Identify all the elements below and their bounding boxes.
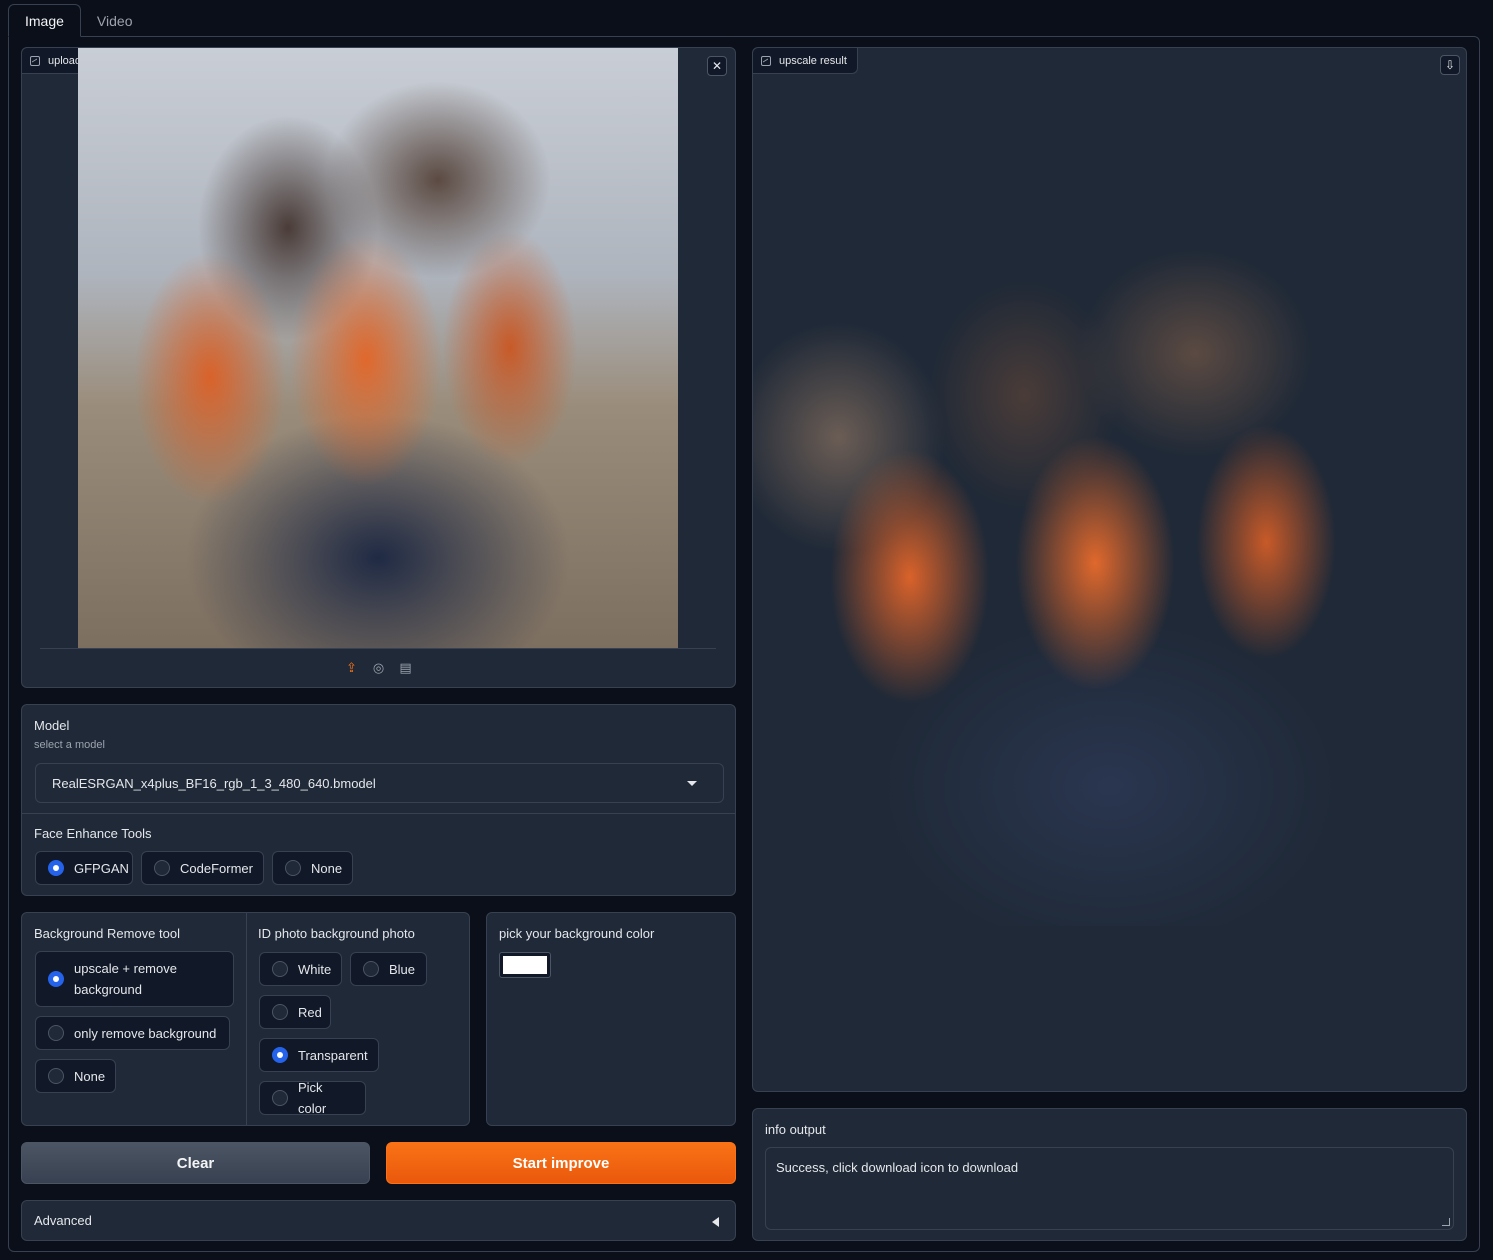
info-output-label: info output bbox=[765, 1122, 826, 1137]
face-radio-codeformer[interactable]: CodeFormer bbox=[141, 851, 264, 885]
bg-radio-only-remove[interactable]: only remove background bbox=[35, 1016, 230, 1050]
face-radio-gfpgan[interactable]: GFPGAN bbox=[35, 851, 133, 885]
color-picker-block: pick your background color bbox=[486, 912, 736, 1126]
radio-dot bbox=[272, 1047, 288, 1063]
advanced-accordion[interactable]: Advanced bbox=[21, 1200, 736, 1241]
start-improve-button[interactable]: Start improve bbox=[386, 1142, 736, 1184]
chevron-down-icon bbox=[687, 781, 697, 786]
bg-remove-label: Background Remove tool bbox=[34, 926, 180, 941]
radio-dot bbox=[272, 961, 288, 977]
close-icon[interactable]: ✕ bbox=[707, 56, 727, 76]
webcam-icon[interactable]: ◎ bbox=[371, 660, 386, 675]
tab-video[interactable]: Video bbox=[81, 4, 149, 37]
radio-dot bbox=[48, 1068, 64, 1084]
advanced-label: Advanced bbox=[34, 1213, 92, 1228]
info-output-block: info output Success, click download icon… bbox=[752, 1108, 1467, 1241]
id-radio-white[interactable]: White bbox=[259, 952, 342, 986]
upload-icon[interactable]: ⇪ bbox=[344, 660, 359, 675]
input-image-block[interactable]: upload a image to upscale resolution ✕ ⇪… bbox=[21, 47, 736, 688]
image-icon bbox=[30, 55, 40, 66]
input-photo bbox=[78, 48, 678, 648]
background-settings-block: Background Remove tool upscale + remove … bbox=[21, 912, 470, 1126]
radio-dot bbox=[272, 1004, 288, 1020]
model-dropdown-value: RealESRGAN_x4plus_BF16_rgb_1_3_480_640.b… bbox=[52, 775, 376, 791]
info-output-value: Success, click download icon to download bbox=[776, 1160, 1019, 1175]
output-image-label-text: upscale result bbox=[779, 54, 847, 67]
output-image-block: upscale result ⇩ bbox=[752, 47, 1467, 1092]
info-output-textarea[interactable]: Success, click download icon to download bbox=[765, 1147, 1454, 1230]
bg-radio-none[interactable]: None bbox=[35, 1059, 116, 1093]
chevron-left-icon bbox=[712, 1217, 719, 1227]
bg-column-divider bbox=[246, 913, 247, 1125]
radio-dot bbox=[363, 961, 379, 977]
clipboard-icon[interactable]: ▤ bbox=[398, 660, 413, 675]
source-selector: ⇪ ◎ ▤ bbox=[344, 660, 413, 675]
id-radio-pick-color[interactable]: Pick color bbox=[259, 1080, 366, 1116]
color-swatch[interactable] bbox=[499, 952, 551, 978]
radio-dot bbox=[48, 860, 64, 876]
tab-image[interactable]: Image bbox=[8, 4, 81, 37]
model-sublabel: select a model bbox=[34, 739, 105, 751]
download-icon[interactable]: ⇩ bbox=[1440, 55, 1460, 75]
id-photo-label: ID photo background photo bbox=[258, 926, 415, 941]
id-radio-transparent[interactable]: Transparent bbox=[259, 1038, 379, 1072]
radio-dot bbox=[48, 971, 64, 987]
radio-dot bbox=[48, 1025, 64, 1041]
model-divider bbox=[22, 813, 735, 814]
radio-dot bbox=[154, 860, 170, 876]
id-radio-blue[interactable]: Blue bbox=[350, 952, 427, 986]
face-enhance-label: Face Enhance Tools bbox=[34, 826, 152, 841]
source-divider bbox=[40, 648, 716, 649]
image-icon bbox=[761, 55, 771, 66]
radio-dot bbox=[285, 860, 301, 876]
model-settings-block: Model select a model RealESRGAN_x4plus_B… bbox=[21, 704, 736, 896]
resize-handle-icon[interactable] bbox=[1442, 1218, 1450, 1226]
face-radio-none[interactable]: None bbox=[272, 851, 353, 885]
color-picker-label: pick your background color bbox=[499, 926, 655, 941]
output-image-label: upscale result bbox=[753, 48, 858, 74]
bg-radio-upscale-remove[interactable]: upscale + remove background bbox=[35, 951, 234, 1007]
id-radio-red[interactable]: Red bbox=[259, 995, 331, 1029]
model-label: Model bbox=[34, 718, 70, 733]
model-dropdown[interactable]: RealESRGAN_x4plus_BF16_rgb_1_3_480_640.b… bbox=[35, 763, 724, 803]
output-photo bbox=[753, 228, 1466, 926]
tab-bar: Image Video bbox=[8, 4, 148, 37]
radio-dot bbox=[272, 1090, 288, 1106]
clear-button[interactable]: Clear bbox=[21, 1142, 370, 1184]
